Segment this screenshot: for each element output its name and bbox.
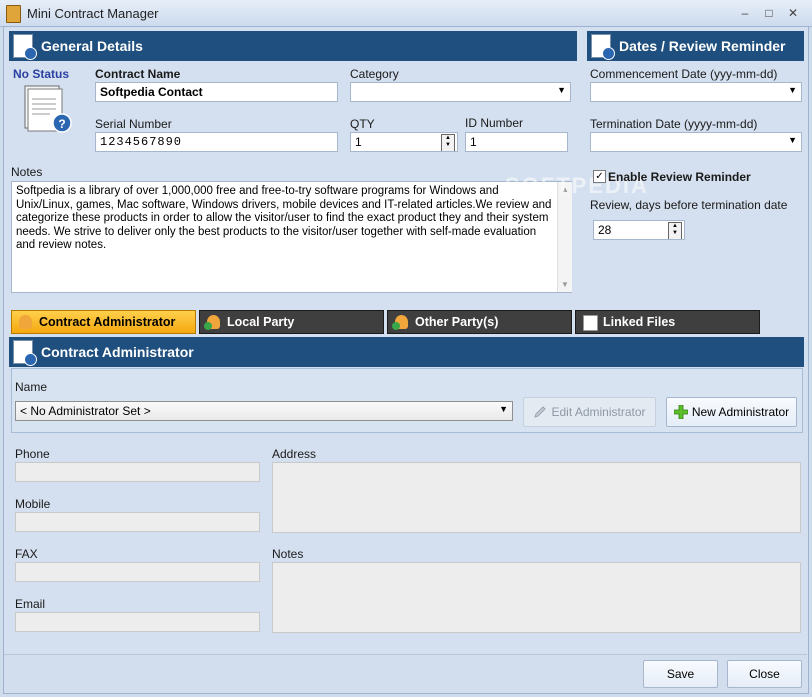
chevron-down-icon: ▼ (788, 85, 797, 95)
tab-label: Local Party (227, 315, 295, 329)
serial-number-label: Serial Number (95, 117, 172, 131)
files-icon (583, 315, 598, 331)
save-button[interactable]: Save (643, 660, 718, 688)
email-label: Email (15, 597, 46, 611)
edit-administrator-button[interactable]: Edit Administrator (523, 397, 656, 427)
mobile-label: Mobile (15, 497, 51, 511)
category-select[interactable]: ▼ (350, 82, 571, 102)
review-days-label: Review, days before termination date (590, 198, 788, 212)
dates-review-header: Dates / Review Reminder (587, 31, 804, 61)
spinner-arrows-icon[interactable]: ▲ ▼ (441, 134, 455, 151)
commencement-date-label: Commencement Date (yyy-mm-dd) (590, 67, 778, 81)
id-number-input[interactable]: 1 (465, 132, 568, 152)
new-administrator-button[interactable]: New Administrator (666, 397, 797, 427)
phone-field (15, 462, 260, 482)
title-bar: Mini Contract Manager ‒ □ ✕ (0, 0, 812, 27)
qty-label: QTY (350, 117, 375, 131)
admin-name-label: Name (15, 380, 48, 394)
termination-date-label: Termination Date (yyyy-mm-dd) (590, 117, 758, 131)
minimize-button[interactable]: ‒ (736, 5, 754, 21)
document-info-icon (591, 34, 615, 60)
contract-name-label: Contract Name (95, 67, 181, 81)
status-label: No Status (13, 67, 70, 81)
contract-administrator-header: Contract Administrator (9, 337, 804, 367)
person-icon (19, 315, 32, 329)
plus-icon (673, 401, 689, 420)
commencement-date-picker[interactable]: ▼ (590, 82, 802, 102)
notes-textarea[interactable]: Softpedia is a library of over 1,000,000… (11, 181, 572, 293)
svg-text:?: ? (58, 117, 65, 131)
address-label: Address (272, 447, 317, 461)
address-field (272, 462, 801, 533)
chevron-down-icon: ▼ (499, 404, 508, 414)
contract-administrator-title: Contract Administrator (41, 344, 194, 360)
person-info-icon (13, 340, 37, 366)
general-details-title: General Details (41, 38, 143, 54)
maximize-button[interactable]: □ (760, 5, 778, 21)
administrator-value: < No Administrator Set > (20, 404, 151, 418)
tab-other-parties[interactable]: Other Party(s) (387, 310, 572, 334)
tab-local-party[interactable]: Local Party (199, 310, 384, 334)
app-icon (6, 5, 21, 23)
review-days-value: 28 (598, 223, 612, 237)
window-title: Mini Contract Manager (27, 6, 159, 21)
close-button[interactable]: Close (727, 660, 802, 688)
contract-name-input[interactable]: Softpedia Contact (95, 82, 338, 102)
people-icon (204, 315, 220, 330)
fax-label: FAX (15, 547, 38, 561)
tab-linked-files[interactable]: Linked Files (575, 310, 760, 334)
serial-number-input[interactable]: 1234567890 (95, 132, 338, 152)
tab-label: Linked Files (603, 315, 676, 329)
general-details-header: General Details (9, 31, 577, 61)
fax-field (15, 562, 260, 582)
chevron-down-icon: ▼ (788, 135, 797, 145)
review-reminder-checkbox[interactable]: ✓ (593, 170, 606, 183)
admin-notes-field (272, 562, 801, 633)
review-reminder-label: Enable Review Reminder (608, 170, 751, 184)
close-window-button[interactable]: ✕ (784, 5, 802, 21)
contract-document-icon: ? (24, 85, 72, 133)
review-days-stepper[interactable]: 28 ▲ ▼ (593, 220, 685, 240)
chevron-down-icon: ▼ (557, 85, 566, 95)
qty-value: 1 (355, 135, 362, 149)
edit-administrator-label: Edit Administrator (551, 405, 646, 419)
document-info-icon (13, 34, 37, 60)
phone-label: Phone (15, 447, 50, 461)
email-field (15, 612, 260, 632)
id-number-label: ID Number (465, 116, 524, 130)
people-icon (392, 315, 408, 330)
termination-date-picker[interactable]: ▼ (590, 132, 802, 152)
tab-label: Other Party(s) (415, 315, 499, 329)
notes-label: Notes (11, 165, 43, 179)
spinner-arrows-icon[interactable]: ▲ ▼ (668, 222, 682, 239)
mobile-field (15, 512, 260, 532)
new-administrator-label: New Administrator (691, 405, 790, 419)
category-label: Category (350, 67, 399, 81)
admin-notes-label: Notes (272, 547, 304, 561)
qty-stepper[interactable]: 1 ▲ ▼ (350, 132, 458, 152)
tab-label: Contract Administrator (39, 315, 176, 329)
tab-contract-administrator[interactable]: Contract Administrator (11, 310, 196, 334)
scroll-down-icon[interactable]: ▼ (561, 280, 569, 289)
pencil-icon (533, 401, 547, 418)
dates-review-title: Dates / Review Reminder (619, 38, 786, 54)
administrator-select[interactable]: < No Administrator Set > ▼ (15, 401, 513, 421)
